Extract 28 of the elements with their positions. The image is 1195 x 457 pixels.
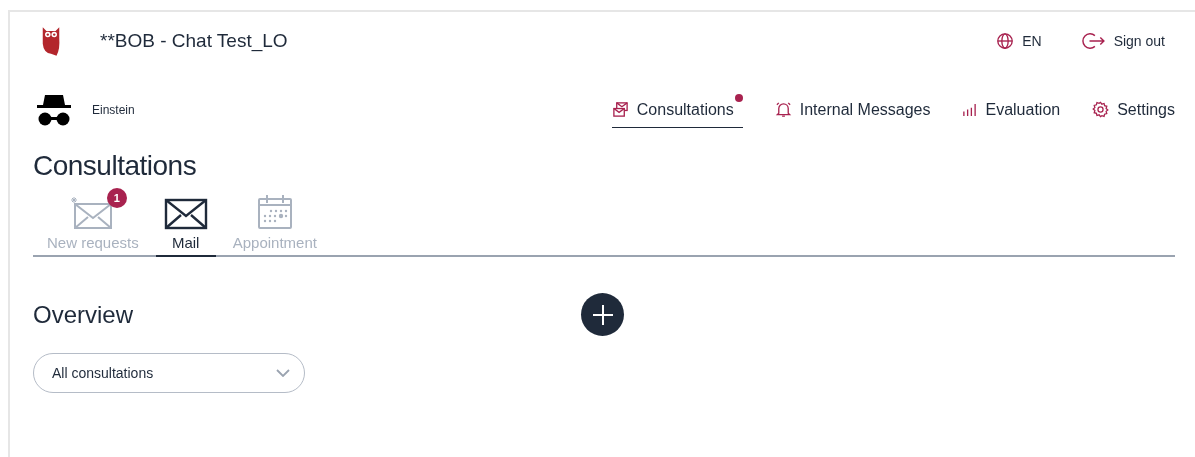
language-link[interactable]: EN [996, 32, 1042, 50]
sign-out-link[interactable]: Sign out [1081, 32, 1165, 50]
calendar-icon [256, 194, 293, 230]
user-name: Einstein [92, 103, 135, 117]
bell-icon [774, 101, 792, 118]
bar-chart-icon [962, 102, 978, 117]
plus-icon [590, 302, 615, 327]
sub-tab-label: New requests [47, 234, 139, 251]
sub-tab-label: Mail [171, 234, 200, 251]
incognito-avatar-icon [36, 93, 72, 127]
mail-icon [163, 196, 208, 230]
nav-tab[interactable]: Consultations [611, 92, 743, 128]
sub-tab[interactable]: Mail [155, 192, 216, 257]
add-button[interactable] [581, 293, 624, 336]
app-title: **BOB - Chat Test_LO [100, 30, 288, 52]
sign-out-icon [1081, 32, 1106, 50]
count-badge: 1 [106, 188, 127, 208]
nav-tab[interactable]: Internal Messages [774, 92, 931, 128]
globe-icon [996, 32, 1015, 50]
chevron-down-icon [276, 369, 290, 377]
envelopes-icon [611, 101, 629, 118]
settings-icon [1092, 101, 1110, 118]
sub-tab-label: Appointment [232, 234, 317, 251]
new-mail-icon [70, 196, 115, 230]
nav-tab[interactable]: Settings [1092, 92, 1175, 128]
nav-tab[interactable]: Evaluation [962, 92, 1061, 128]
page-heading: Consultations [33, 150, 198, 182]
section-heading: Overview [33, 300, 135, 329]
